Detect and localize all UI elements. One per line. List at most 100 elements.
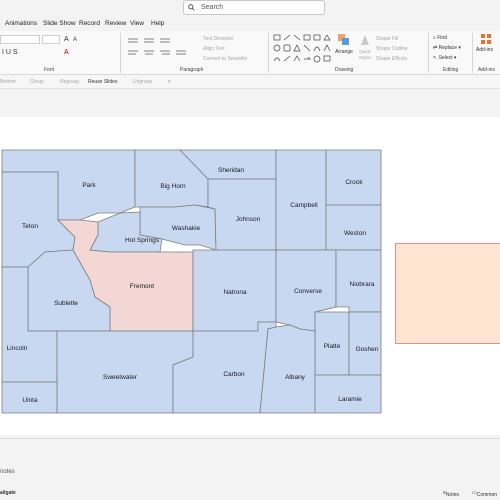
addins-icon xyxy=(481,34,491,44)
shapes-gallery-icons xyxy=(273,34,331,63)
text-direction-button[interactable]: Text Direction xyxy=(203,36,233,42)
county-laramie[interactable] xyxy=(314,374,382,414)
county-weston[interactable] xyxy=(325,204,382,251)
font-color-icon[interactable]: A xyxy=(64,49,69,56)
arrange-icon xyxy=(338,34,349,45)
search-icon xyxy=(188,4,195,11)
comments-button[interactable]: ▭ Commen xyxy=(472,490,497,498)
county-label-niobrara: Niobrara xyxy=(350,281,375,288)
addins-button[interactable]: Add-ins xyxy=(476,33,500,65)
tab-record[interactable]: Record xyxy=(79,20,100,27)
county-label-hot-springs: Hot Springs xyxy=(125,237,160,244)
ungroup-button[interactable]: Ungroup xyxy=(133,79,152,85)
county-label-albany: Albany xyxy=(285,374,306,381)
menu-bar: Animations Slide Show Record Review View… xyxy=(0,17,500,31)
select-button[interactable]: ↖ Select ▾ xyxy=(433,55,456,61)
shape-outline-button[interactable]: Shape Outline xyxy=(376,46,408,52)
shape-effects-button[interactable]: Shape Effects xyxy=(376,56,407,62)
select-label: Select xyxy=(438,55,453,61)
quick-styles-button[interactable]: Quick Styles xyxy=(356,33,374,65)
county-label-washakie: Washakie xyxy=(172,225,201,232)
tab-view[interactable]: View xyxy=(130,20,144,27)
county-label-park: Park xyxy=(82,182,96,189)
convert-smartart-button[interactable]: Convert to SmartArt xyxy=(203,56,247,62)
notes-pane[interactable]: notes xyxy=(0,438,500,488)
divider xyxy=(120,33,121,73)
quick-styles-icon xyxy=(361,35,369,45)
shapes-gallery[interactable] xyxy=(272,33,332,65)
tab-animations[interactable]: Animations xyxy=(5,20,37,27)
county-label-big-horn: Big Horn xyxy=(160,183,186,190)
county-goshen[interactable] xyxy=(348,311,382,376)
county-label-weston: Weston xyxy=(344,230,366,237)
comments-button-label: Commen xyxy=(476,492,498,498)
ribbon: A A I U S A Font Text Direction Align Te… xyxy=(0,31,500,75)
county-label-platte: Platte xyxy=(324,343,341,350)
county-label-crook: Crook xyxy=(345,179,363,186)
quick-styles-label: Quick Styles xyxy=(358,49,372,60)
county-campbell[interactable] xyxy=(275,149,327,251)
font-size-box[interactable] xyxy=(42,35,60,44)
send-to-bottom-button[interactable]: Bottom xyxy=(0,79,16,85)
addins-label: Add-ins xyxy=(476,47,493,53)
replace-label: Replace xyxy=(438,45,457,51)
decrease-font-size-button[interactable]: A xyxy=(73,37,77,43)
paragraph-list-icons[interactable] xyxy=(126,37,196,61)
county-label-johnson: Johnson xyxy=(236,216,261,223)
county-label-teton: Teton xyxy=(22,223,38,230)
county-johnson[interactable] xyxy=(207,178,277,251)
arrange-label: Arrange xyxy=(335,49,353,55)
county-label-natrona: Natrona xyxy=(223,289,247,296)
divider xyxy=(268,33,269,73)
regroup-button[interactable]: Regroup xyxy=(60,79,79,85)
county-label-converse: Converse xyxy=(294,288,322,295)
divider xyxy=(472,33,473,73)
slide-workspace: Park Big Horn Sheridan Crook Teton Washakie Jo… xyxy=(0,89,500,438)
notes-placeholder: notes xyxy=(0,469,15,475)
county-label-laramie: Laramie xyxy=(338,396,362,403)
county-albany[interactable] xyxy=(259,324,316,414)
group-font-label: Font xyxy=(44,67,55,73)
search-placeholder: Search xyxy=(201,4,224,11)
title-bar: Search xyxy=(0,0,500,17)
county-label-uinta: Uinta xyxy=(22,397,38,404)
group-editing-label: Editing xyxy=(443,67,459,73)
county-crook[interactable] xyxy=(325,149,382,206)
county-label-goshen: Goshen xyxy=(356,346,379,353)
status-bar: ailgate ≡ Notes ▭ Commen xyxy=(0,488,500,500)
county-label-fremont: Fremont xyxy=(130,283,154,290)
county-label-lincoln: Lincoln xyxy=(7,345,28,352)
font-controls[interactable]: A A I U S A xyxy=(0,35,120,65)
shape-fill-button[interactable]: Shape Fill xyxy=(376,36,398,42)
county-label-campbell: Campbell xyxy=(290,202,318,209)
group-drawing-label: Drawing xyxy=(335,67,354,73)
more-options-icon[interactable]: ▾ xyxy=(168,79,171,85)
align-text-button[interactable]: Align Text xyxy=(203,46,225,52)
county-label-sweetwater: Sweetwater xyxy=(103,374,138,381)
notes-button[interactable]: ≡ Notes xyxy=(443,490,459,498)
increase-font-size-button[interactable]: A xyxy=(64,36,69,43)
notes-button-label: Notes xyxy=(445,492,459,498)
tab-help[interactable]: Help xyxy=(151,20,164,27)
search-box[interactable]: Search xyxy=(183,0,325,15)
tab-review[interactable]: Review xyxy=(105,20,126,27)
reuse-slides-button[interactable]: Reuse Slides xyxy=(88,79,117,85)
replace-button[interactable]: ⇄ Replace ▾ xyxy=(433,45,461,51)
group-addins-label: Add-ins xyxy=(478,67,495,73)
sub-toolbar: Bottom Group Regroup Reuse Slides Ungrou… xyxy=(0,75,500,89)
orange-rectangle-shape[interactable] xyxy=(395,243,500,344)
status-left-text: ailgate xyxy=(0,490,16,496)
underline-icon[interactable]: I U S xyxy=(2,49,18,56)
tab-slide-show[interactable]: Slide Show xyxy=(43,20,76,27)
alignment-icons xyxy=(128,38,186,55)
group-button[interactable]: Group xyxy=(30,79,44,85)
font-name-box[interactable] xyxy=(0,35,40,44)
slide-canvas[interactable]: Park Big Horn Sheridan Crook Teton Washakie Jo… xyxy=(0,117,500,435)
arrange-button[interactable]: Arrange xyxy=(333,33,355,65)
county-label-sublette: Sublette xyxy=(54,300,78,307)
divider xyxy=(428,33,429,73)
group-paragraph-label: Paragraph xyxy=(180,67,204,73)
find-button[interactable]: ⌕ Find xyxy=(433,35,447,41)
county-label-sheridan: Sheridan xyxy=(218,167,244,174)
county-label-carbon: Carbon xyxy=(223,371,245,378)
